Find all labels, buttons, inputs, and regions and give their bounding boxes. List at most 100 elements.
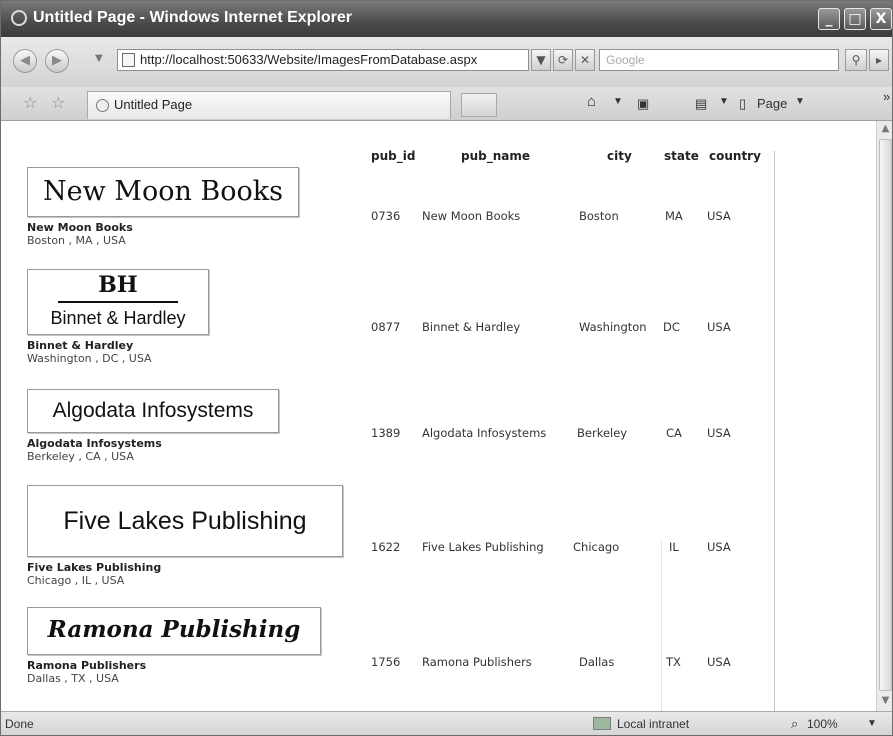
cell-city: Chicago: [573, 540, 620, 554]
cell-city: Berkeley: [577, 426, 628, 440]
address-bar[interactable]: http://localhost:50633/Website/ImagesFro…: [117, 49, 529, 71]
publisher-location: Boston , MA , USA: [27, 234, 126, 247]
binnet-hardley-logo: BH Binnet & Hardley: [27, 269, 209, 335]
refresh-button[interactable]: ⟳: [553, 49, 573, 71]
stop-button[interactable]: ✕: [575, 49, 595, 71]
header-country: country: [709, 149, 761, 163]
status-bar: Done Local intranet ⌕ 100% ▼: [1, 711, 892, 735]
scroll-up-icon[interactable]: ▲: [879, 123, 892, 137]
algodata-infosystems-logo: Algodata Infosystems: [27, 389, 279, 433]
search-input[interactable]: Google: [599, 49, 839, 71]
address-url: http://localhost:50633/Website/ImagesFro…: [140, 52, 478, 67]
zoom-icon[interactable]: ⌕: [791, 716, 798, 732]
logo-rule: [58, 301, 178, 303]
cell-pub-name: Ramona Publishers: [422, 655, 532, 669]
grid-border: [774, 151, 775, 711]
address-dropdown-button[interactable]: ▼: [531, 49, 551, 71]
publisher-location: Washington , DC , USA: [27, 352, 152, 365]
toolbar-overflow-icon[interactable]: »: [883, 89, 890, 104]
cell-pub-id: 0736: [371, 209, 401, 223]
tab-label: Untitled Page: [114, 97, 193, 112]
ramona-publishing-logo: Ramona Publishing: [27, 607, 321, 655]
cell-pub-name: New Moon Books: [422, 209, 521, 223]
title-bar: Untitled Page - Windows Internet Explore…: [1, 1, 892, 37]
window-title: Untitled Page - Windows Internet Explore…: [33, 9, 352, 26]
cell-country: USA: [707, 426, 731, 440]
publisher-item: Five Lakes Publishing Five Lakes Publish…: [27, 485, 343, 587]
cell-pub-name: Five Lakes Publishing: [422, 540, 544, 554]
status-text: Done: [5, 717, 34, 731]
print-icon[interactable]: ▤: [695, 96, 707, 112]
security-zone: Local intranet: [617, 717, 690, 731]
publisher-name: Five Lakes Publishing: [27, 561, 162, 574]
header-pub-name: pub_name: [461, 149, 531, 163]
cell-pub-id: 1389: [371, 426, 401, 440]
five-lakes-publishing-logo: Five Lakes Publishing: [27, 485, 343, 557]
cell-state: TX: [666, 655, 681, 669]
intranet-icon: [593, 717, 611, 730]
publisher-name: Algodata Infosystems: [27, 437, 162, 450]
cell-state: IL: [669, 540, 679, 554]
new-tab-button[interactable]: [461, 93, 497, 117]
browser-window: Untitled Page - Windows Internet Explore…: [0, 0, 893, 736]
grid-divider: [661, 541, 662, 711]
scroll-thumb[interactable]: [879, 139, 892, 691]
search-icon[interactable]: ⚲: [845, 49, 867, 71]
history-dropdown-icon[interactable]: ▼: [95, 53, 103, 64]
publisher-item: Algodata Infosystems Algodata Infosystem…: [27, 389, 279, 463]
zoom-level[interactable]: 100%: [807, 717, 838, 731]
forward-button[interactable]: ▶: [45, 49, 69, 73]
page-icon: [122, 53, 135, 67]
search-options-button[interactable]: ▸: [869, 49, 889, 71]
header-city: city: [607, 149, 632, 163]
cell-state: MA: [665, 209, 683, 223]
minimize-button[interactable]: _: [818, 8, 840, 30]
page-tab-icon: [96, 99, 109, 112]
publisher-name: Binnet & Hardley: [27, 339, 134, 352]
publisher-location: Berkeley , CA , USA: [27, 450, 134, 463]
cell-state: CA: [666, 426, 682, 440]
page-menu-button[interactable]: Page: [757, 96, 787, 111]
cell-country: USA: [707, 540, 731, 554]
cell-pub-name: Binnet & Hardley: [422, 320, 521, 334]
close-button[interactable]: X: [870, 8, 892, 30]
cell-city: Boston: [579, 209, 619, 223]
home-dropdown-icon[interactable]: ▼: [613, 96, 623, 107]
publisher-name: New Moon Books: [27, 221, 133, 234]
publisher-name: Ramona Publishers: [27, 659, 147, 672]
add-favorites-icon[interactable]: ☆: [51, 93, 65, 112]
scroll-down-icon[interactable]: ▼: [879, 695, 892, 709]
cell-state: DC: [663, 320, 680, 334]
tab-bar: ☆ ☆ Untitled Page ⌂ ▼ ▣ ▤ ▼ ▯ Page ▼ »: [1, 87, 892, 121]
cell-pub-id: 0877: [371, 320, 401, 334]
publisher-item: New Moon Books New Moon Books Boston , M…: [27, 167, 299, 247]
page-content: pub_id pub_name city state country New M…: [1, 121, 876, 711]
cell-city: Dallas: [579, 655, 615, 669]
header-pub-id: pub_id: [371, 149, 416, 163]
navigation-bar: ◀ ▶ ▼ http://localhost:50633/Website/Ima…: [1, 37, 892, 87]
feeds-icon[interactable]: ▣: [637, 96, 649, 112]
cell-pub-id: 1622: [371, 540, 401, 554]
back-button[interactable]: ◀: [13, 49, 37, 73]
cell-city: Washington: [579, 320, 647, 334]
publisher-item: Ramona Publishing Ramona Publishers Dall…: [27, 607, 321, 685]
print-dropdown-icon[interactable]: ▼: [719, 96, 729, 107]
page-menu-icon[interactable]: ▯: [739, 96, 746, 112]
favorites-star-icon[interactable]: ☆: [23, 93, 37, 112]
zoom-dropdown-icon[interactable]: ▼: [867, 718, 877, 729]
maximize-button[interactable]: □: [844, 8, 866, 30]
home-icon[interactable]: ⌂: [587, 93, 596, 110]
header-state: state: [664, 149, 699, 163]
new-moon-books-logo: New Moon Books: [27, 167, 299, 217]
cell-country: USA: [707, 320, 731, 334]
cell-country: USA: [707, 209, 731, 223]
page-dropdown-icon[interactable]: ▼: [795, 96, 805, 107]
vertical-scrollbar[interactable]: ▲ ▼: [876, 121, 892, 711]
tab-untitled-page[interactable]: Untitled Page: [87, 91, 451, 119]
ie-logo-icon: [11, 10, 27, 26]
publisher-item: BH Binnet & Hardley Binnet & Hardley Was…: [27, 269, 209, 365]
cell-pub-id: 1756: [371, 655, 401, 669]
publisher-location: Chicago , IL , USA: [27, 574, 125, 587]
cell-pub-name: Algodata Infosystems: [422, 426, 547, 440]
publisher-location: Dallas , TX , USA: [27, 672, 119, 685]
